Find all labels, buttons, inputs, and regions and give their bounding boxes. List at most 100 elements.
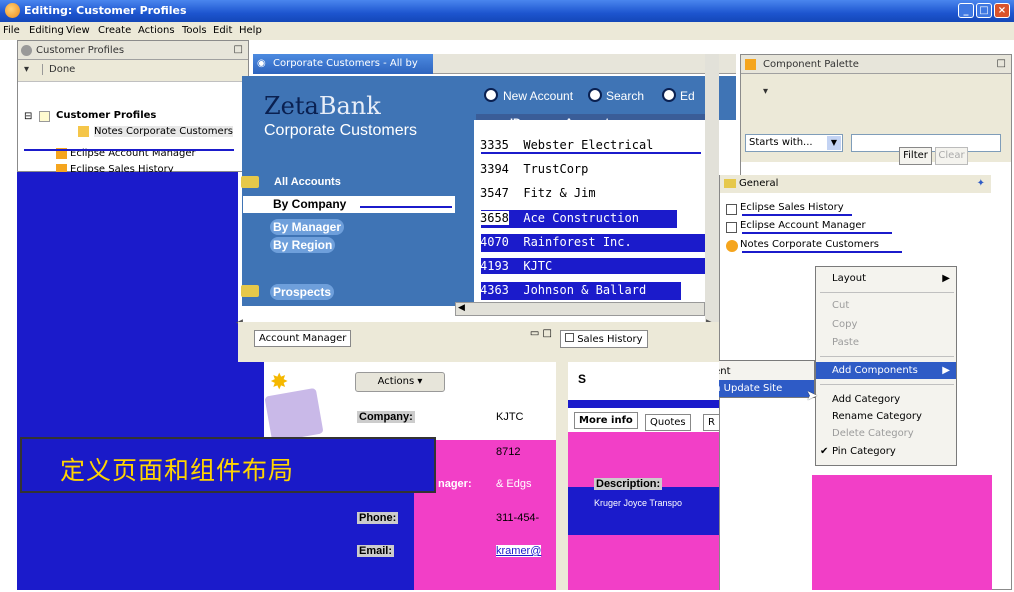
palette-item-sales-history[interactable]: Eclipse Sales History — [740, 202, 844, 213]
menu-actions[interactable]: Actions — [138, 25, 175, 36]
account-manager-header: Account Manager ▭ □ — [238, 322, 556, 362]
pane-maximize-icon[interactable]: □ — [997, 58, 1006, 69]
company-label: Company: — [357, 411, 415, 423]
menu-item-pin-category[interactable]: ✔ Pin Category — [816, 443, 956, 460]
tab-more-info[interactable]: More info — [574, 412, 638, 429]
nav-by-company[interactable]: By Company — [273, 197, 346, 211]
pin-icon[interactable]: ✦ — [977, 178, 985, 189]
palette-item-account-manager[interactable]: Eclipse Account Manager — [740, 220, 866, 231]
dropdown-arrow-icon[interactable]: ▾ — [24, 64, 29, 75]
nav-prospects[interactable]: Prospects — [270, 284, 335, 300]
table-row[interactable]: 3394 TrustCorp — [480, 162, 588, 176]
annotation-banner: 定义页面和组件布局 — [20, 437, 436, 493]
starts-with-select[interactable]: Starts with... ▼ — [745, 134, 843, 152]
menu-help[interactable]: Help — [239, 25, 262, 36]
window-controls-icon[interactable]: ▭ □ — [530, 328, 552, 339]
search-button[interactable]: Search — [606, 89, 644, 103]
general-category[interactable]: General ✦ — [720, 175, 991, 193]
view-icon — [726, 222, 737, 233]
table-row[interactable]: 4070 Rainforest Inc. — [480, 235, 632, 249]
edit-button[interactable]: Ed — [680, 89, 695, 103]
menu-item-label: Layout — [832, 273, 866, 284]
palette-toolbar: ▾ Starts with... ▼ — [741, 74, 1011, 162]
clock-icon — [484, 88, 498, 102]
chevron-right-icon: ▶ — [942, 365, 950, 376]
row-id: 4363 — [480, 283, 509, 297]
company-value: KJTC — [496, 411, 524, 423]
sales-s-letter: S — [578, 372, 587, 386]
table-row[interactable]: 3547 Fitz & Jim — [480, 186, 596, 200]
corporate-customers-tab[interactable]: ◉ Corporate Customers - All by — [253, 54, 433, 74]
table-row[interactable]: 3658 Ace Construction — [480, 211, 639, 225]
menu-create[interactable]: Create — [98, 25, 131, 36]
new-account-button[interactable]: New Account — [503, 89, 573, 103]
palette-header: Component Palette □ — [741, 55, 1011, 74]
close-button[interactable]: × — [994, 3, 1010, 18]
tree-item-notes-corporate[interactable]: Notes Corporate Customers — [94, 126, 234, 137]
row-id: 3658 — [480, 211, 509, 225]
clear-button[interactable]: Clear — [935, 147, 968, 165]
dropdown-arrow-icon[interactable]: ▾ — [763, 86, 768, 97]
minimize-button[interactable]: _ — [958, 3, 974, 18]
chevron-down-icon[interactable]: ▼ — [827, 136, 841, 150]
account-manager-tab[interactable]: Account Manager — [254, 330, 352, 347]
menu-item-delete-category[interactable]: Delete Category — [816, 425, 956, 442]
menu-view[interactable]: View — [66, 25, 90, 36]
annotation-text: 定义页面和组件布局 — [60, 456, 295, 485]
collapse-icon[interactable]: ⊟ — [24, 111, 32, 122]
email-label: Email: — [357, 545, 395, 557]
tab-label: Corporate Customers - All by — [273, 58, 418, 69]
menu-item-paste[interactable]: Paste — [816, 334, 956, 351]
email-link[interactable]: kramer@ — [496, 545, 542, 557]
menu-separator — [820, 356, 954, 357]
app-icon — [5, 3, 20, 18]
artifact-underline — [360, 206, 452, 208]
pane-maximize-icon[interactable]: □ — [234, 44, 243, 55]
table-row[interactable]: 4363 Johnson & Ballard — [480, 283, 646, 297]
menu-separator — [820, 384, 954, 385]
nav-all-accounts[interactable]: All Accounts — [274, 176, 341, 188]
menu-tools[interactable]: Tools — [182, 25, 207, 36]
row-id: 3335 — [480, 138, 509, 152]
menu-item-layout[interactable]: Layout ▶ — [816, 270, 956, 287]
menu-item-add-components[interactable]: Add Components ▶ — [816, 362, 956, 379]
artifact-line — [742, 251, 902, 253]
sales-history-label: Sales History — [577, 334, 643, 345]
tab-quotes[interactable]: Quotes — [645, 414, 691, 431]
star-burst-icon: ✸ — [270, 370, 289, 395]
row-account: Ace Construction — [523, 211, 639, 225]
menu-item-label: Add Components — [832, 365, 918, 376]
row-id: 3547 — [480, 186, 509, 200]
scroll-left-icon[interactable]: ◀ — [458, 303, 465, 313]
maximize-button[interactable]: □ — [976, 3, 992, 18]
menu-edit[interactable]: Edit — [213, 25, 232, 36]
done-button[interactable]: Done — [42, 64, 75, 75]
horizontal-scrollbar[interactable]: ◀ — [455, 302, 705, 316]
table-row[interactable]: 3335 Webster Electrical — [480, 138, 653, 152]
palette-item-notes-corporate[interactable]: Notes Corporate Customers — [740, 239, 880, 250]
phone-label: Phone: — [357, 512, 399, 524]
contacts-icon — [264, 387, 324, 443]
edit-icon — [662, 88, 676, 102]
menu-file[interactable]: File — [3, 25, 20, 36]
actions-dropdown-button[interactable]: Actions ▾ — [355, 372, 445, 392]
filter-button[interactable]: Filter — [899, 147, 932, 165]
menu-item-copy[interactable]: Copy — [816, 316, 956, 333]
phone-value: 311-454- — [496, 512, 540, 524]
menu-item-add-category[interactable]: Add Category — [816, 391, 956, 408]
nav-by-region[interactable]: By Region — [270, 237, 336, 253]
menu-item-cut[interactable]: Cut — [816, 297, 956, 314]
folder-icon — [724, 179, 736, 188]
tab-r[interactable]: R — [703, 414, 720, 431]
menu-item-rename-category[interactable]: Rename Category — [816, 408, 956, 425]
menu-editing[interactable]: Editing — [29, 25, 64, 36]
table-row[interactable]: 4193 KJTC — [480, 259, 552, 273]
nav-by-company-2[interactable]: By Company — [274, 305, 347, 319]
tab-strip — [433, 54, 736, 74]
nav-by-manager[interactable]: By Manager — [270, 219, 345, 235]
sales-history-tab[interactable]: Sales History — [560, 330, 648, 348]
tree-item-customer-profiles[interactable]: Customer Profiles — [56, 110, 156, 121]
menu-item-label: Pin Category — [832, 446, 896, 457]
folder-icon — [241, 285, 259, 297]
manager-value[interactable]: & Edgs — [496, 478, 531, 490]
